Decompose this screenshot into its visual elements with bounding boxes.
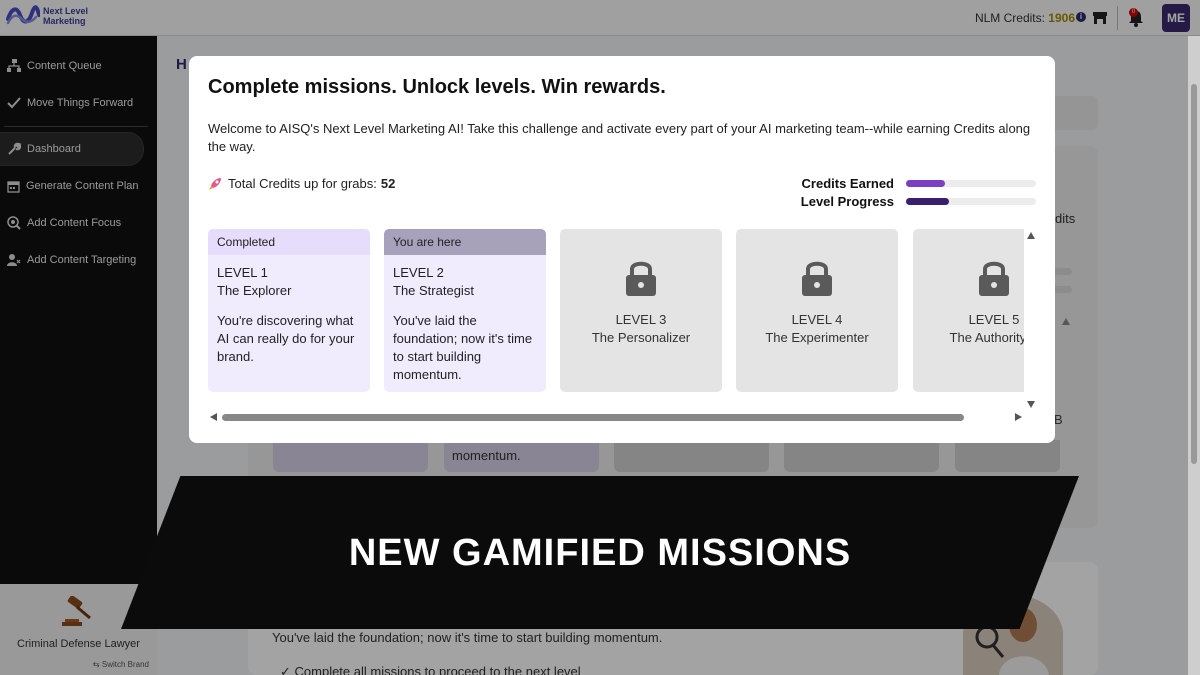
page-scrollbar-thumb[interactable] <box>1191 84 1197 464</box>
credits-earned-fill <box>906 180 945 187</box>
banner-text: NEW GAMIFIED MISSIONS <box>348 532 852 574</box>
modal-description: Welcome to AISQ's Next Level Marketing A… <box>208 121 1031 154</box>
level-name: The Authority B <box>949 330 1024 345</box>
total-credits: Total Credits up for grabs: 52 <box>208 176 395 191</box>
scroll-right-arrow[interactable] <box>1015 413 1022 421</box>
level-card-3[interactable]: LEVEL 3 The Personalizer <box>560 229 722 392</box>
level-label: LEVEL 5 The Authority B <box>913 311 1024 347</box>
level-name: The Personalizer <box>591 330 691 345</box>
level-label: LEVEL 3 The Personalizer <box>560 311 722 347</box>
horizontal-scrollbar-thumb[interactable] <box>222 414 964 421</box>
total-credits-label: Total Credits up for grabs: <box>228 176 377 191</box>
level-name: The Explorer <box>217 283 292 298</box>
level-card-5[interactable]: LEVEL 5 The Authority B <box>913 229 1024 392</box>
level-card-1[interactable]: Completed LEVEL 1 The Explorer You're di… <box>208 229 370 392</box>
credits-earned-label: Credits Earned <box>801 176 894 191</box>
scroll-up-arrow[interactable] <box>1027 232 1035 239</box>
level-number: LEVEL 5 <box>968 312 1020 327</box>
level-progress-label: Level Progress <box>800 194 894 209</box>
level-number: LEVEL 4 <box>791 312 843 327</box>
rocket-icon <box>209 177 221 190</box>
level-name: The Strategist <box>393 283 474 298</box>
level-card-2[interactable]: You are here LEVEL 2 The Strategist You'… <box>384 229 546 392</box>
level-description: You're discovering what AI can really do… <box>217 313 355 364</box>
level-label: LEVEL 4 The Experimenter <box>736 311 898 347</box>
credits-earned-bar <box>906 180 1036 187</box>
level-status: Completed <box>208 229 370 255</box>
level-progress-bar <box>906 198 1036 205</box>
scroll-left-arrow[interactable] <box>210 413 217 421</box>
level-number: LEVEL 2 <box>393 265 444 280</box>
level-card-4[interactable]: LEVEL 4 The Experimenter <box>736 229 898 392</box>
level-card-body: LEVEL 1 The Explorer You're discovering … <box>208 255 370 366</box>
total-credits-value: 52 <box>380 176 396 191</box>
level-status: You are here <box>384 229 546 255</box>
lock-icon <box>979 261 1009 296</box>
level-card-body: LEVEL 2 The Strategist You've laid the f… <box>384 255 546 384</box>
lock-icon <box>802 261 832 296</box>
level-name: The Experimenter <box>765 330 869 345</box>
level-number: LEVEL 3 <box>615 312 667 327</box>
missions-modal: Complete missions. Unlock levels. Win re… <box>189 56 1055 443</box>
level-progress-fill <box>906 198 949 205</box>
lock-icon <box>626 261 656 296</box>
modal-title: Complete missions. Unlock levels. Win re… <box>208 76 666 98</box>
page-scrollbar[interactable] <box>1188 36 1200 675</box>
level-number: LEVEL 1 <box>217 265 268 280</box>
scroll-down-arrow[interactable] <box>1027 401 1035 408</box>
level-description: You've laid the foundation; now it's tim… <box>393 313 533 382</box>
promo-banner: NEW GAMIFIED MISSIONS <box>121 476 1079 629</box>
levels-carousel[interactable]: Completed LEVEL 1 The Explorer You're di… <box>208 229 1024 393</box>
